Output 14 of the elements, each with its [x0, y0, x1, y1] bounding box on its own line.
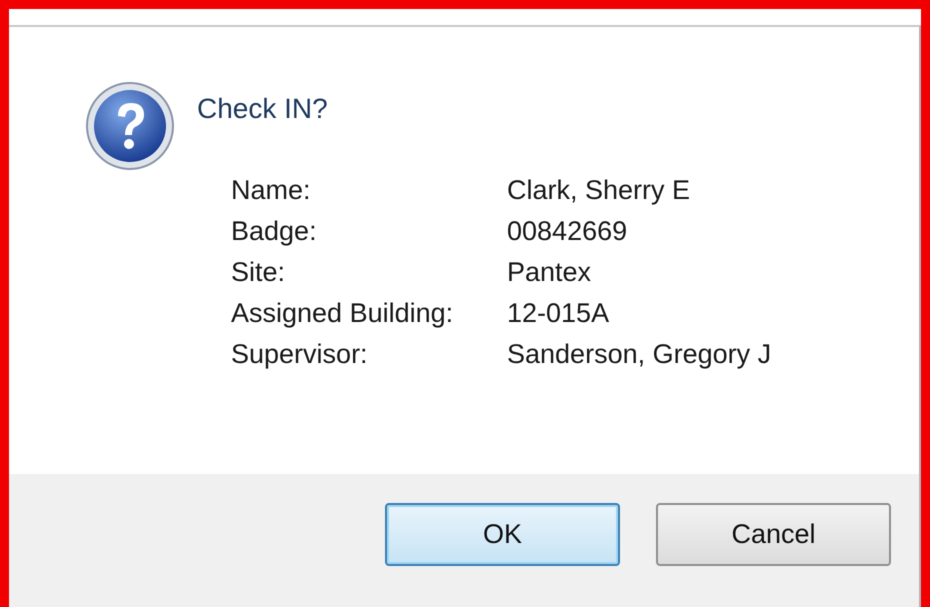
field-value: Pantex [507, 257, 592, 288]
field-label: Badge: [231, 216, 318, 247]
field-label: Name: [231, 175, 312, 206]
field-value: Clark, Sherry E [507, 175, 692, 206]
field-value: 12-015A [507, 298, 610, 329]
field-value: Sanderson, Gregory J [507, 339, 772, 370]
field-label: Assigned Building: [231, 298, 454, 329]
dialog-button[interactable]: Cancel [656, 502, 891, 566]
field-value: 00842669 [507, 216, 628, 247]
dialog-message: Check IN? [197, 93, 329, 125]
question-icon [85, 81, 175, 171]
dialog-button[interactable]: OK [385, 502, 620, 566]
field-label: Site: [231, 257, 286, 288]
field-label: Supervisor: [231, 339, 369, 370]
